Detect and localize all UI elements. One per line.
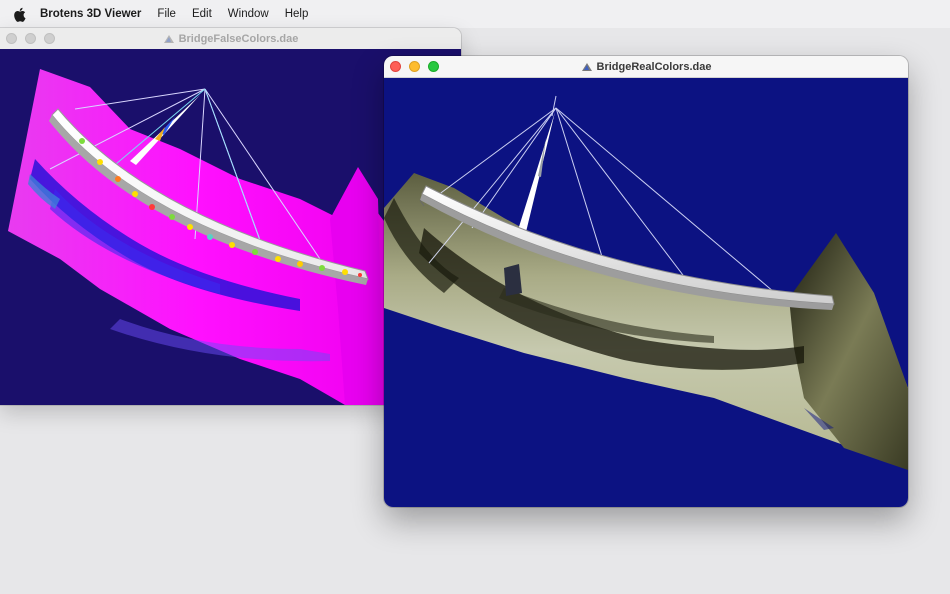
3d-document-icon [163, 33, 175, 45]
menu-bar: Brotens 3D Viewer File Edit Window Help [0, 0, 950, 28]
minimize-button[interactable] [409, 61, 420, 72]
close-button[interactable] [6, 33, 17, 44]
menu-edit[interactable]: Edit [184, 0, 220, 28]
zoom-button[interactable] [428, 61, 439, 72]
3d-document-icon [581, 61, 593, 73]
window-title: BridgeFalseColors.dae [0, 33, 461, 45]
zoom-button[interactable] [44, 33, 55, 44]
window-title: BridgeRealColors.dae [384, 61, 908, 73]
menu-app-name[interactable]: Brotens 3D Viewer [39, 0, 149, 28]
3d-viewport[interactable] [384, 78, 908, 507]
menu-help[interactable]: Help [277, 0, 317, 28]
menu-file[interactable]: File [149, 0, 184, 28]
close-button[interactable] [390, 61, 401, 72]
window-real-colors[interactable]: BridgeRealColors.dae [384, 56, 908, 507]
apple-logo-icon[interactable] [13, 6, 27, 22]
window-title-text: BridgeRealColors.dae [596, 60, 712, 73]
window-title-text: BridgeFalseColors.dae [178, 32, 299, 45]
titlebar[interactable]: BridgeFalseColors.dae [0, 28, 461, 50]
minimize-button[interactable] [25, 33, 36, 44]
menu-window[interactable]: Window [220, 0, 277, 28]
titlebar[interactable]: BridgeRealColors.dae [384, 56, 908, 78]
